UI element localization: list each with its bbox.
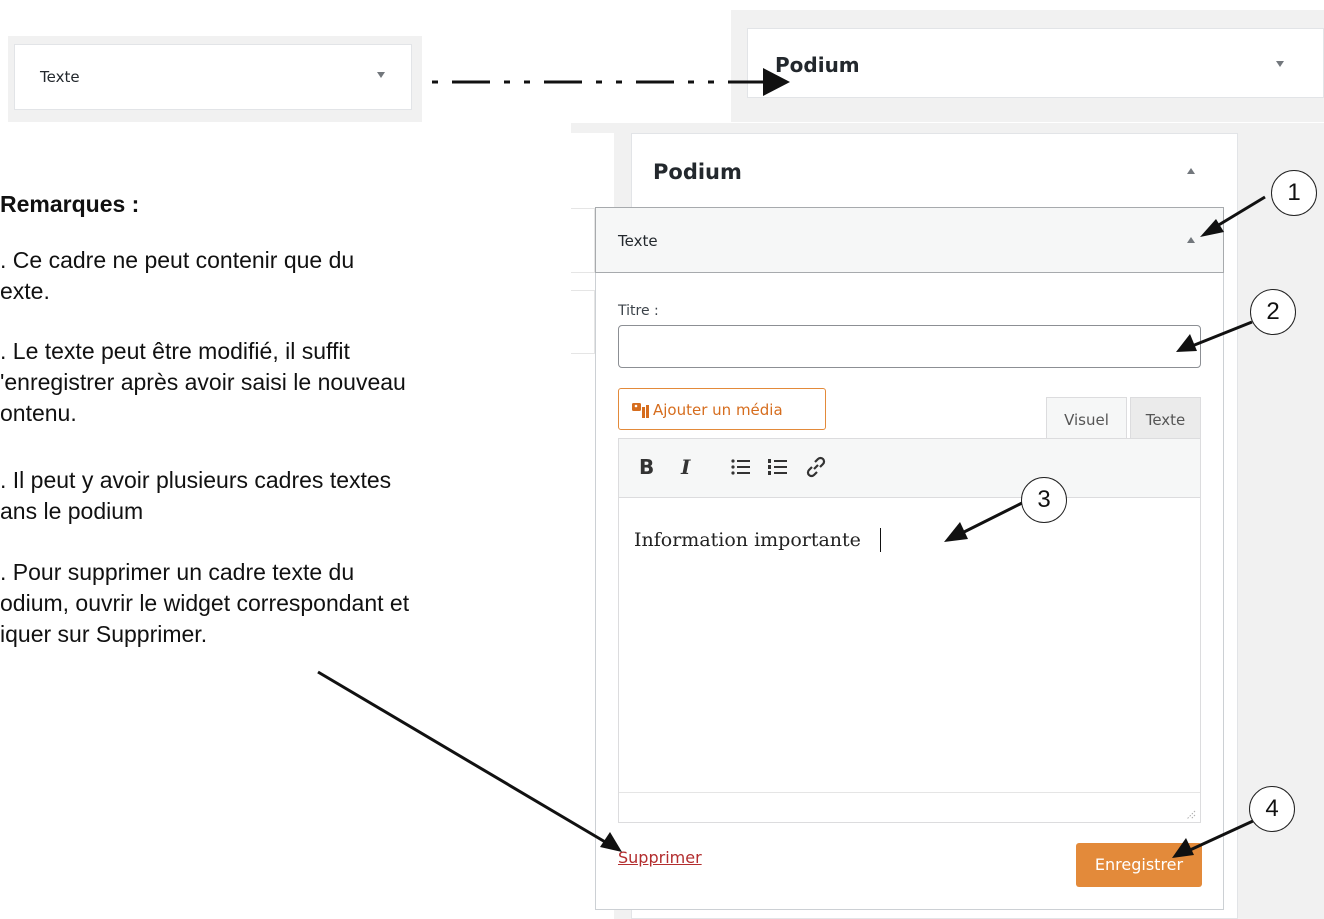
callout-arrow-3 [961,501,1023,535]
callout-arrow-1 [1211,195,1266,231]
callout-4: 4 [1249,786,1295,832]
arrow-head [1200,219,1224,237]
annotation-arrows [317,68,1266,858]
arrow-head [763,68,790,96]
callout-arrow-2 [1191,320,1253,348]
arrow-head [1176,334,1197,352]
arrow-head [1172,838,1194,858]
callout-2: 2 [1250,289,1296,335]
callout-1: 1 [1271,170,1317,216]
delete-arrow [317,670,613,848]
callout-3: 3 [1021,477,1067,523]
arrow-head [944,522,968,542]
callout-arrow-4 [1189,819,1254,852]
